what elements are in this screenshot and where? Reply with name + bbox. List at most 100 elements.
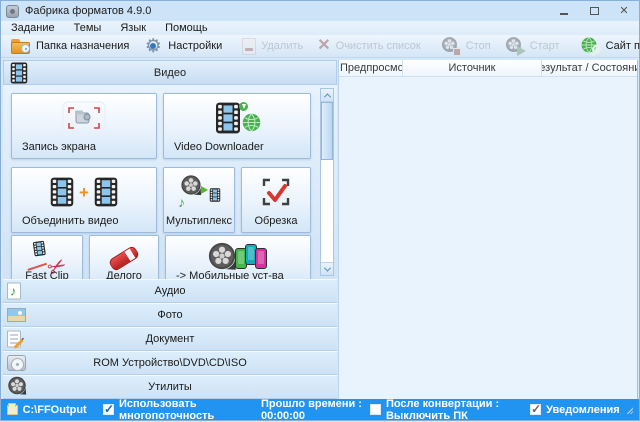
button-label: Очистить список	[336, 40, 421, 52]
tile-delogo[interactable]: Делого	[89, 235, 159, 279]
button-label: Удалить	[261, 40, 303, 52]
settings-button[interactable]: ⚙ Настройки	[136, 35, 229, 57]
notifications-label: Уведомления	[546, 404, 620, 416]
disc-icon	[7, 355, 26, 371]
destination-folder-button[interactable]: Папка назначения	[4, 35, 136, 57]
mux-icon: ♪	[164, 173, 234, 211]
film-strip-icon	[8, 62, 30, 87]
tile-label: Делого	[90, 270, 158, 279]
category-sections: ♪ Аудио Фото Документ ROM Устройство\DVD…	[3, 279, 337, 399]
title-bar: Фабрика форматов 4.9.0 ✕	[1, 1, 639, 21]
tile-label: Обрезка	[242, 215, 310, 227]
menu-help[interactable]: Помощь	[163, 22, 217, 34]
tile-label: Мультиплекс	[164, 215, 234, 227]
tile-screen-record[interactable]: Запись экрана	[11, 93, 157, 159]
document-pencil-icon	[7, 331, 21, 348]
start-button: Старт	[498, 35, 567, 57]
multithread-checkbox[interactable]	[103, 404, 114, 415]
section-audio[interactable]: ♪ Аудио	[3, 279, 337, 303]
settings-gear-icon: ⚙	[143, 36, 163, 56]
output-folder-path[interactable]: C:\FFOutput	[23, 404, 87, 416]
tile-fast-clip[interactable]: ✂ Fast Clip	[11, 235, 83, 279]
section-photo[interactable]: Фото	[3, 303, 337, 327]
elapsed-time: Прошло времени : 00:00:00	[261, 398, 365, 422]
notifications-checkbox[interactable]	[530, 404, 541, 415]
section-label: Утилиты	[148, 381, 192, 393]
section-utilities[interactable]: Утилиты	[3, 375, 337, 399]
maximize-button[interactable]	[579, 1, 609, 21]
button-label: Стоп	[466, 40, 491, 52]
close-icon: ✕	[619, 6, 628, 17]
website-button[interactable]: Сайт программы	[573, 35, 640, 57]
tile-label: Fast Clip	[12, 270, 82, 279]
resize-grip[interactable]	[627, 405, 633, 414]
button-label: Старт	[530, 40, 560, 52]
tile-label: -> Мобильные уст-ва	[166, 270, 310, 279]
destination-folder-icon	[11, 38, 31, 54]
scroll-up-button[interactable]	[321, 89, 333, 102]
section-label: ROM Устройство\DVD\CD\ISO	[93, 357, 247, 369]
toolbar: Папка назначения ⚙ Настройки Удалить ✕ О…	[1, 35, 639, 58]
section-label: Фото	[157, 309, 182, 321]
menu-themes[interactable]: Темы	[72, 22, 111, 34]
shutdown-checkbox[interactable]	[370, 404, 381, 415]
tile-label: Объединить видео	[12, 215, 156, 227]
section-rom-device[interactable]: ROM Устройство\DVD\CD\ISO	[3, 351, 337, 375]
tile-video-downloader[interactable]: Video Downloader	[163, 93, 311, 159]
tile-mobile-devices[interactable]: -> Мобильные уст-ва	[165, 235, 311, 279]
screen-record-icon	[12, 99, 156, 137]
shutdown-label: После конвертации : Выключить ПК	[386, 398, 525, 422]
button-label: Папка назначения	[36, 40, 129, 52]
remove-button: Удалить	[235, 35, 310, 57]
section-label: Видео	[154, 67, 186, 79]
task-list-header: Предпросмотр Источник Результат / Состоя…	[339, 60, 637, 77]
website-globe-icon	[580, 36, 601, 56]
chevron-up-icon	[323, 93, 330, 100]
clear-list-button: ✕ Очистить список	[310, 35, 428, 57]
column-source[interactable]: Источник	[403, 60, 542, 76]
menu-language[interactable]: Язык	[118, 22, 155, 34]
window-controls: ✕	[549, 1, 639, 21]
tiles-scrollbar[interactable]	[320, 88, 334, 276]
window-title: Фабрика форматов 4.9.0	[25, 5, 151, 17]
video-downloader-icon	[164, 99, 310, 137]
left-panel: Видео Запись экрана	[3, 60, 337, 399]
close-button[interactable]: ✕	[609, 1, 639, 21]
menu-bar: Задание Темы Язык Помощь	[1, 21, 639, 35]
main-area: Видео Запись экрана	[1, 58, 639, 399]
status-bar-right: Прошло времени : 00:00:00 После конверта…	[261, 398, 633, 422]
tile-crop[interactable]: Обрезка	[241, 167, 311, 233]
audio-note-icon: ♪	[7, 283, 21, 300]
column-result-state[interactable]: Результат / Состояние	[542, 60, 637, 76]
scrollbar-thumb[interactable]	[321, 102, 333, 160]
section-video-header[interactable]: Видео	[3, 60, 337, 85]
output-folder-icon	[7, 405, 18, 415]
button-label: Сайт программы	[606, 40, 640, 52]
stop-button: Стоп	[434, 35, 498, 57]
tile-label: Video Downloader	[164, 141, 310, 153]
stop-icon	[441, 36, 461, 56]
button-label: Настройки	[168, 40, 222, 52]
scroll-down-button[interactable]	[321, 262, 333, 275]
remove-item-icon	[242, 38, 256, 55]
status-bar: C:\FFOutput Использовать многопоточность…	[1, 399, 639, 420]
section-label: Аудио	[154, 285, 185, 297]
minimize-button[interactable]	[549, 1, 579, 21]
utilities-reel-icon	[7, 376, 27, 399]
chevron-down-icon	[323, 264, 330, 271]
tile-join-video[interactable]: + Объединить видео	[11, 167, 157, 233]
tile-label: Запись экрана	[12, 141, 156, 153]
column-preview[interactable]: Предпросмотр	[339, 60, 403, 76]
task-list-body[interactable]	[339, 77, 637, 399]
crop-check-icon	[242, 173, 310, 211]
menu-task[interactable]: Задание	[9, 22, 64, 34]
tile-mux[interactable]: ♪ Мультиплекс	[163, 167, 235, 233]
section-label: Документ	[146, 333, 195, 345]
minimize-icon	[560, 13, 568, 15]
multithread-label: Использовать многопоточность	[119, 398, 256, 422]
clear-list-icon: ✕	[317, 38, 330, 54]
video-tiles-area: Запись экрана Video Downloader +	[3, 85, 337, 279]
section-document[interactable]: Документ	[3, 327, 337, 351]
task-list-panel: Предпросмотр Источник Результат / Состоя…	[338, 60, 638, 399]
app-icon	[6, 5, 19, 18]
